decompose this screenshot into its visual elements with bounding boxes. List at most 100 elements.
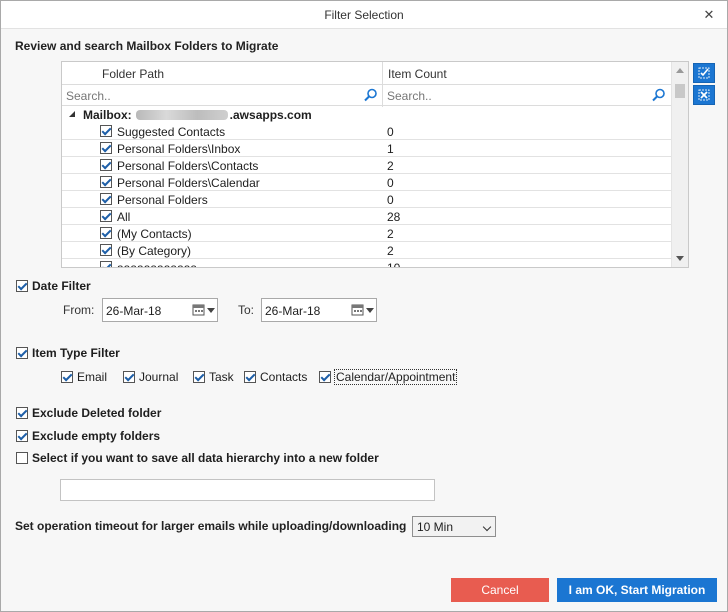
folder-path-search-input[interactable] xyxy=(62,87,360,104)
calendar-icon[interactable] xyxy=(351,303,364,316)
folder-row[interactable]: Personal Folders 0 xyxy=(62,191,672,208)
uncheck-all-icon xyxy=(698,89,710,101)
folders-heading: Review and search Mailbox Folders to Mig… xyxy=(15,39,279,53)
mailbox-prefix: Mailbox: xyxy=(83,108,132,122)
exclude-deleted-checkbox[interactable] xyxy=(16,407,28,419)
from-label: From: xyxy=(63,303,95,317)
folder-row[interactable]: All 28 xyxy=(62,208,672,225)
type-calendar-option[interactable]: Calendar/Appointment xyxy=(319,369,458,385)
column-item-count[interactable]: Item Count xyxy=(388,67,447,81)
search-row xyxy=(62,85,672,106)
mailbox-domain: .awsapps.com xyxy=(229,108,312,122)
type-task-option[interactable]: Task xyxy=(193,370,234,384)
to-date-picker[interactable]: 26-Mar-18 xyxy=(261,298,377,322)
select-all-button[interactable] xyxy=(693,63,715,83)
folder-row[interactable]: Personal Folders\Calendar 0 xyxy=(62,174,672,191)
from-date-picker[interactable]: 26-Mar-18 xyxy=(102,298,218,322)
folder-row[interactable]: aaaaaaaaaaaa 10 xyxy=(62,259,672,268)
item-type-filter-checkbox[interactable] xyxy=(16,347,28,359)
type-journal-label: Journal xyxy=(139,370,179,384)
folder-checkbox[interactable] xyxy=(100,244,112,256)
folder-checkbox[interactable] xyxy=(100,125,112,137)
type-task-label: Task xyxy=(209,370,234,384)
title-bar: Filter Selection ✕ xyxy=(1,1,727,29)
folder-checkbox[interactable] xyxy=(100,176,112,188)
type-contacts-checkbox[interactable] xyxy=(244,371,256,383)
scroll-thumb[interactable] xyxy=(675,84,685,98)
column-folder-path[interactable]: Folder Path xyxy=(102,67,164,81)
folder-path: Personal Folders xyxy=(117,193,208,207)
collapse-triangle-icon[interactable] xyxy=(68,110,76,118)
exclude-deleted-option[interactable]: Exclude Deleted folder xyxy=(16,406,161,420)
dialog-title: Filter Selection xyxy=(324,8,404,22)
type-journal-checkbox[interactable] xyxy=(123,371,135,383)
date-filter-checkbox[interactable] xyxy=(16,280,28,292)
search-icon[interactable] xyxy=(364,88,378,102)
save-hierarchy-option[interactable]: Select if you want to save all data hier… xyxy=(16,451,379,465)
date-filter-option[interactable]: Date Filter xyxy=(16,279,91,293)
calendar-icon[interactable] xyxy=(192,303,205,316)
timeout-value: 10 Min xyxy=(417,520,454,534)
exclude-empty-checkbox[interactable] xyxy=(16,430,28,442)
item-count: 1 xyxy=(387,142,394,156)
start-migration-button[interactable]: I am OK, Start Migration xyxy=(557,578,717,602)
folder-row[interactable]: Personal Folders\Inbox 1 xyxy=(62,140,672,157)
save-hierarchy-label: Select if you want to save all data hier… xyxy=(32,451,379,465)
item-type-filter-label: Item Type Filter xyxy=(32,346,120,360)
type-contacts-option[interactable]: Contacts xyxy=(244,370,307,384)
redacted-email xyxy=(135,110,228,120)
timeout-select[interactable]: 10 Min xyxy=(412,516,496,537)
scroll-down-icon[interactable] xyxy=(676,256,684,261)
folder-checkbox[interactable] xyxy=(100,210,112,222)
item-count: 10 xyxy=(387,261,401,268)
folder-path: All xyxy=(117,210,131,224)
mailbox-node[interactable]: Mailbox: .awsapps.com xyxy=(62,106,672,123)
timeout-label: Set operation timeout for larger emails … xyxy=(15,519,407,533)
folder-row[interactable]: (My Contacts) 2 xyxy=(62,225,672,242)
folder-checkbox[interactable] xyxy=(100,142,112,154)
to-label: To: xyxy=(238,303,255,317)
folder-row[interactable]: Suggested Contacts 0 xyxy=(62,123,672,140)
folder-grid: Folder Path Item Count Mailbox: .awsapps.… xyxy=(61,61,689,268)
check-all-icon xyxy=(698,67,710,79)
type-email-option[interactable]: Email xyxy=(61,370,107,384)
folder-checkbox[interactable] xyxy=(100,193,112,205)
from-date-value: 26-Mar-18 xyxy=(106,304,162,318)
grid-scrollbar[interactable] xyxy=(671,62,688,267)
chevron-down-icon[interactable] xyxy=(207,308,215,313)
folder-row[interactable]: (By Category) 2 xyxy=(62,242,672,259)
cancel-button[interactable]: Cancel xyxy=(451,578,549,602)
chevron-down-icon[interactable] xyxy=(366,308,374,313)
deselect-all-button[interactable] xyxy=(693,85,715,105)
to-date-value: 26-Mar-18 xyxy=(265,304,321,318)
exclude-empty-label: Exclude empty folders xyxy=(32,429,161,443)
type-email-checkbox[interactable] xyxy=(61,371,73,383)
folder-path: Personal Folders\Calendar xyxy=(117,176,260,190)
item-count: 2 xyxy=(387,159,394,173)
folder-path: Personal Folders\Contacts xyxy=(117,159,259,173)
type-calendar-label: Calendar/Appointment xyxy=(333,369,458,385)
folder-path: (My Contacts) xyxy=(117,227,192,241)
type-calendar-checkbox[interactable] xyxy=(319,371,331,383)
close-icon[interactable]: ✕ xyxy=(701,1,717,29)
folder-path: aaaaaaaaaaaa xyxy=(117,261,198,268)
folder-row[interactable]: Personal Folders\Contacts 2 xyxy=(62,157,672,174)
folder-checkbox[interactable] xyxy=(100,261,112,267)
item-count-search-input[interactable] xyxy=(383,87,651,104)
new-folder-name-input[interactable] xyxy=(60,479,435,501)
search-icon[interactable] xyxy=(652,88,666,102)
item-count: 0 xyxy=(387,176,394,190)
folder-path: Suggested Contacts xyxy=(117,125,226,139)
item-count: 0 xyxy=(387,193,394,207)
type-task-checkbox[interactable] xyxy=(193,371,205,383)
item-type-filter-option[interactable]: Item Type Filter xyxy=(16,346,120,360)
folder-checkbox[interactable] xyxy=(100,159,112,171)
scroll-up-icon[interactable] xyxy=(676,68,684,73)
item-count: 0 xyxy=(387,125,394,139)
folder-checkbox[interactable] xyxy=(100,227,112,239)
item-count: 2 xyxy=(387,244,394,258)
chevron-down-icon xyxy=(482,522,492,532)
type-journal-option[interactable]: Journal xyxy=(123,370,178,384)
exclude-empty-option[interactable]: Exclude empty folders xyxy=(16,429,160,443)
save-hierarchy-checkbox[interactable] xyxy=(16,452,28,464)
